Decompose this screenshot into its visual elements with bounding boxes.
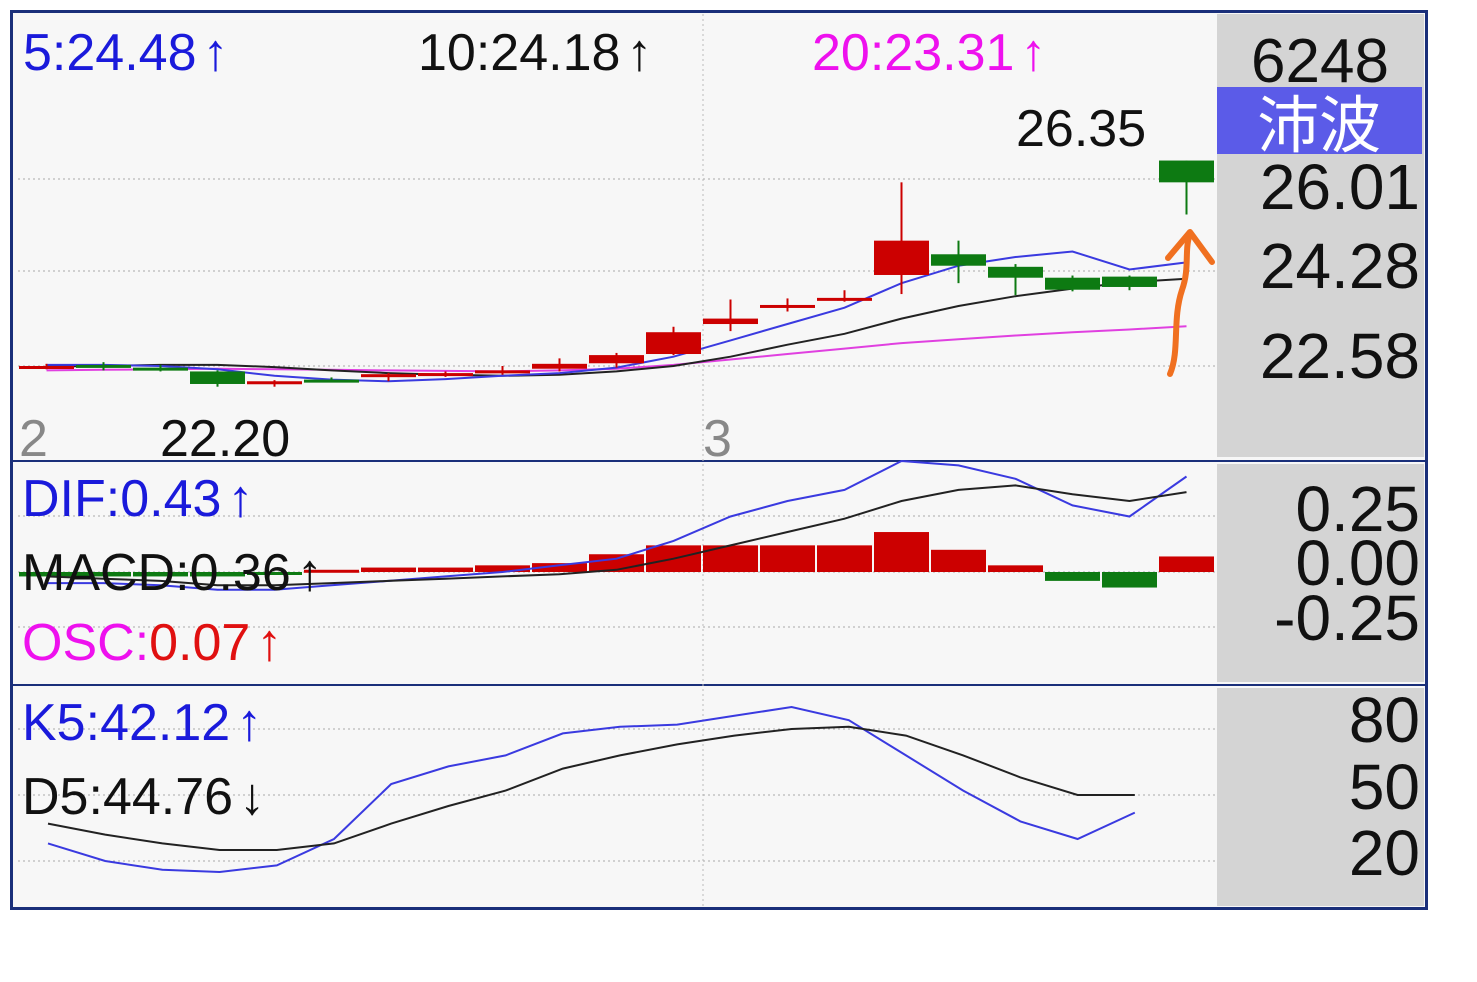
- candle-body: [703, 318, 758, 325]
- high-price-label: 26.35: [1016, 100, 1146, 158]
- kd-axis-tick: 20: [1349, 817, 1420, 889]
- kd-axis-tick: 80: [1349, 684, 1420, 756]
- month-label: 3: [703, 410, 732, 468]
- osc-bar: [874, 532, 929, 572]
- candle-body: [931, 254, 986, 266]
- osc-bar: [361, 567, 416, 572]
- candle-body: [817, 297, 872, 301]
- price-plot: [19, 160, 1214, 387]
- up-arrow-icon: ↑: [626, 24, 652, 82]
- month-label: 2: [19, 410, 48, 468]
- macd-axis-tick: -0.25: [1274, 582, 1420, 654]
- candle-body: [190, 371, 245, 384]
- down-arrow-icon: ↓: [239, 768, 265, 826]
- candle-body: [988, 266, 1043, 278]
- osc-bar: [931, 549, 986, 572]
- osc-bar: [418, 567, 473, 572]
- candle-body: [304, 379, 359, 383]
- up-arrow-icon: ↑: [227, 470, 253, 528]
- candle-body: [1159, 160, 1214, 183]
- ma5-label: 5:24.48 ↑: [23, 24, 229, 82]
- candle-body: [1102, 276, 1157, 287]
- osc-bar: [1159, 556, 1214, 572]
- price-axis-tick: 26.01: [1260, 151, 1420, 223]
- osc-bar: [988, 565, 1043, 572]
- candle-body: [361, 374, 416, 378]
- osc-bar: [817, 545, 872, 572]
- osc-label: OSC:0.07 ↑: [22, 614, 282, 672]
- k5-label: K5:42.12 ↑: [22, 694, 262, 752]
- dif-label: DIF:0.43 ↑: [22, 470, 253, 528]
- up-arrow-icon: ↑: [256, 614, 282, 672]
- ma10-label: 10:24.18 ↑: [418, 24, 652, 82]
- candle-body: [247, 381, 302, 385]
- low-price-label: 22.20: [160, 410, 290, 468]
- up-arrow-icon: ↑: [236, 694, 262, 752]
- osc-bar: [1102, 572, 1157, 588]
- kd-axis-tick: 50: [1349, 751, 1420, 823]
- stock-code: 6248: [1251, 27, 1389, 96]
- ma20-label: 20:23.31 ↑: [812, 24, 1046, 82]
- candle-body: [1045, 277, 1100, 290]
- candle-body: [589, 355, 644, 364]
- candle-body: [874, 240, 929, 275]
- candle-body: [760, 304, 815, 308]
- up-arrow-icon: ↑: [203, 24, 229, 82]
- candle-body: [19, 366, 74, 369]
- candle-body: [646, 332, 701, 355]
- candle-body: [133, 367, 188, 371]
- up-arrow-icon: ↑: [1020, 24, 1046, 82]
- candle-body: [532, 363, 587, 369]
- annotation-arrow-icon: [1165, 229, 1215, 377]
- stock-chart[interactable]: 6248 沛波 26.01 24.28 22.58 0.25 0.00 -0.2…: [0, 0, 1477, 982]
- candle-body: [76, 364, 131, 368]
- candle-body: [475, 370, 530, 374]
- osc-bar: [760, 545, 815, 572]
- up-arrow-icon: ↑: [297, 544, 323, 602]
- price-axis-tick: 22.58: [1260, 320, 1420, 392]
- d5-label: D5:44.76 ↓: [22, 768, 265, 826]
- candle-body: [418, 373, 473, 377]
- osc-bar: [1045, 572, 1100, 581]
- macd-label: MACD:0.36 ↑: [22, 544, 323, 602]
- price-axis-tick: 24.28: [1260, 230, 1420, 302]
